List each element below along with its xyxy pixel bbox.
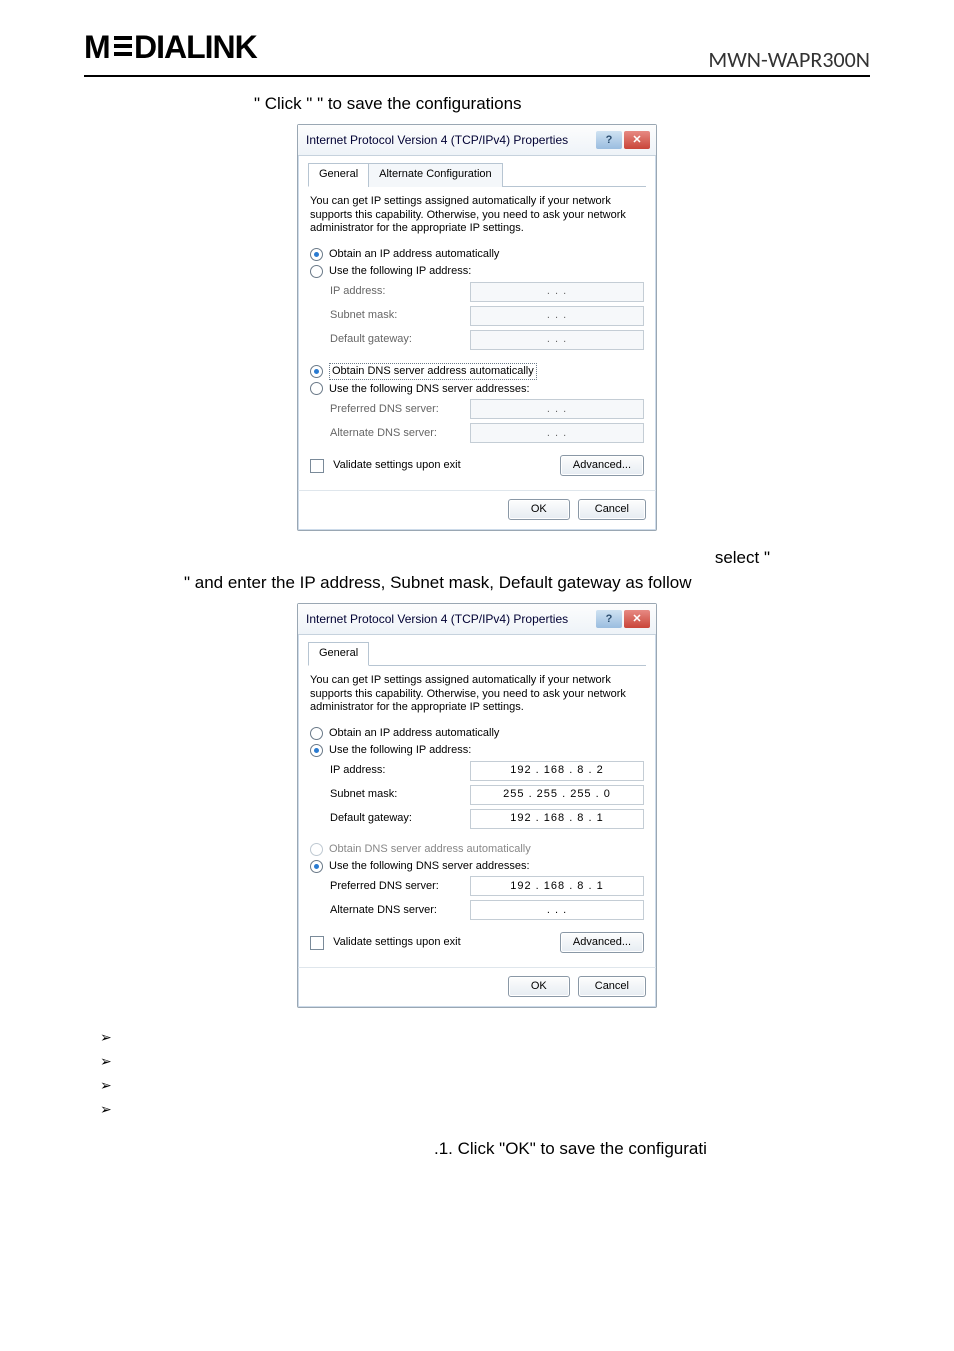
bullet-arrow-icon: ➢ <box>100 1098 112 1120</box>
radio-obtain-dns-auto[interactable]: Obtain DNS server address automatically <box>310 362 644 381</box>
radio-use-following-ip[interactable]: Use the following IP address: <box>310 742 644 759</box>
instruction-select: select " <box>84 547 870 570</box>
advanced-button[interactable]: Advanced... <box>560 455 644 476</box>
default-gateway-input[interactable]: 192 . 168 . 8 . 1 <box>470 809 644 829</box>
ok-button[interactable]: OK <box>508 499 570 520</box>
ip-address-input: . . . <box>470 282 644 302</box>
list-item: ➢ <box>100 1074 870 1098</box>
radio-label: Obtain an IP address automatically <box>329 247 499 262</box>
preferred-dns-input[interactable]: 192 . 168 . 8 . 1 <box>470 876 644 896</box>
bullet-arrow-icon: ➢ <box>100 1050 112 1072</box>
subnet-mask-label: Subnet mask: <box>330 308 470 323</box>
ipv4-properties-dialog-manual: Internet Protocol Version 4 (TCP/IPv4) P… <box>297 603 657 1008</box>
svg-text:DIALINK: DIALINK <box>134 30 258 64</box>
svg-text:M: M <box>84 30 110 64</box>
default-gateway-label: Default gateway: <box>330 332 470 347</box>
radio-label: Obtain DNS server address automatically <box>329 842 531 857</box>
help-button[interactable]: ? <box>596 610 622 628</box>
close-button[interactable]: ✕ <box>624 610 650 628</box>
alternate-dns-label: Alternate DNS server: <box>330 903 470 918</box>
help-button[interactable]: ? <box>596 131 622 149</box>
model-number: MWN-WAPR300N <box>708 46 870 73</box>
dialog-description: You can get IP settings assigned automat… <box>310 674 644 715</box>
list-item: ➢ <box>100 1098 870 1122</box>
radio-obtain-ip-auto[interactable]: Obtain an IP address automatically <box>310 725 644 742</box>
dialog-title: Internet Protocol Version 4 (TCP/IPv4) P… <box>306 611 568 627</box>
alternate-dns-input: . . . <box>470 423 644 443</box>
radio-obtain-dns-auto[interactable]: Obtain DNS server address automatically <box>310 841 644 858</box>
footer-instruction: .1. Click "OK" to save the configurati <box>84 1138 870 1161</box>
cancel-button[interactable]: Cancel <box>578 976 646 997</box>
validate-label: Validate settings upon exit <box>333 936 461 948</box>
ip-address-input[interactable]: 192 . 168 . 8 . 2 <box>470 761 644 781</box>
preferred-dns-input: . . . <box>470 399 644 419</box>
preferred-dns-label: Preferred DNS server: <box>330 402 470 417</box>
alternate-dns-input[interactable]: . . . <box>470 900 644 920</box>
ipv4-properties-dialog-auto: Internet Protocol Version 4 (TCP/IPv4) P… <box>297 124 657 531</box>
radio-label: Use the following DNS server addresses: <box>329 382 530 397</box>
subnet-mask-input: . . . <box>470 306 644 326</box>
bullet-arrow-icon: ➢ <box>100 1074 112 1096</box>
dialog-description: You can get IP settings assigned automat… <box>310 195 644 236</box>
validate-checkbox[interactable] <box>310 936 324 950</box>
radio-label: Use the following IP address: <box>329 264 471 279</box>
default-gateway-label: Default gateway: <box>330 811 470 826</box>
radio-use-following-dns[interactable]: Use the following DNS server addresses: <box>310 381 644 398</box>
subnet-mask-input[interactable]: 255 . 255 . 255 . 0 <box>470 785 644 805</box>
instruction-line-3: " and enter the IP address, Subnet mask,… <box>84 572 870 595</box>
ip-address-label: IP address: <box>330 763 470 778</box>
radio-obtain-ip-auto[interactable]: Obtain an IP address automatically <box>310 246 644 263</box>
radio-label: Obtain DNS server address automatically <box>329 363 537 380</box>
ok-button[interactable]: OK <box>508 976 570 997</box>
radio-label: Use the following DNS server addresses: <box>329 859 530 874</box>
bullet-arrow-icon: ➢ <box>100 1026 112 1048</box>
tab-general[interactable]: General <box>308 642 369 666</box>
radio-label: Use the following IP address: <box>329 743 471 758</box>
cancel-button[interactable]: Cancel <box>578 499 646 520</box>
tab-general[interactable]: General <box>308 163 369 187</box>
list-item: ➢ <box>100 1050 870 1074</box>
alternate-dns-label: Alternate DNS server: <box>330 426 470 441</box>
instruction-line-1: " Click " " to save the configurations <box>84 93 870 116</box>
validate-label: Validate settings upon exit <box>333 459 461 471</box>
radio-use-following-dns[interactable]: Use the following DNS server addresses: <box>310 858 644 875</box>
tab-alternate-configuration[interactable]: Alternate Configuration <box>368 163 503 187</box>
dialog-title: Internet Protocol Version 4 (TCP/IPv4) P… <box>306 132 568 148</box>
default-gateway-input: . . . <box>470 330 644 350</box>
validate-checkbox[interactable] <box>310 459 324 473</box>
subnet-mask-label: Subnet mask: <box>330 787 470 802</box>
list-item: ➢ <box>100 1026 870 1050</box>
brand-logo: M DIALINK <box>84 30 314 73</box>
radio-use-following-ip[interactable]: Use the following IP address: <box>310 263 644 280</box>
close-button[interactable]: ✕ <box>624 131 650 149</box>
preferred-dns-label: Preferred DNS server: <box>330 879 470 894</box>
advanced-button[interactable]: Advanced... <box>560 932 644 953</box>
radio-label: Obtain an IP address automatically <box>329 726 499 741</box>
ip-address-label: IP address: <box>330 284 470 299</box>
